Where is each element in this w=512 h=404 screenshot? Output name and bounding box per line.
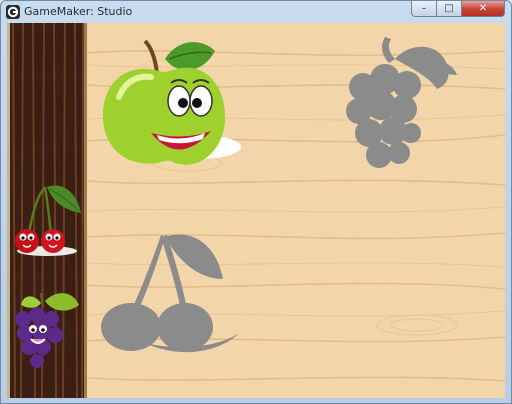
close-icon: ✕ [478, 3, 488, 14]
close-button[interactable]: ✕ [462, 1, 505, 17]
minimize-icon: – [421, 3, 427, 14]
cherries-silhouette-target[interactable] [99, 229, 245, 359]
grapes-silhouette-target[interactable] [339, 29, 463, 171]
minimize-button[interactable]: – [411, 1, 437, 17]
maximize-button[interactable]: □ [437, 1, 462, 17]
title-bar[interactable]: GameMaker: Studio – □ ✕ [1, 1, 511, 23]
sidebar-grapes[interactable] [11, 287, 83, 371]
sidebar-cherries[interactable] [7, 181, 87, 259]
app-window: GameMaker: Studio – □ ✕ [0, 0, 512, 404]
window-title: GameMaker: Studio [24, 5, 133, 18]
game-canvas[interactable] [7, 23, 505, 398]
gamemaker-logo-icon [6, 5, 20, 19]
window-controls: – □ ✕ [411, 1, 505, 18]
maximize-icon: □ [444, 3, 454, 14]
apple-piece[interactable] [99, 37, 249, 171]
